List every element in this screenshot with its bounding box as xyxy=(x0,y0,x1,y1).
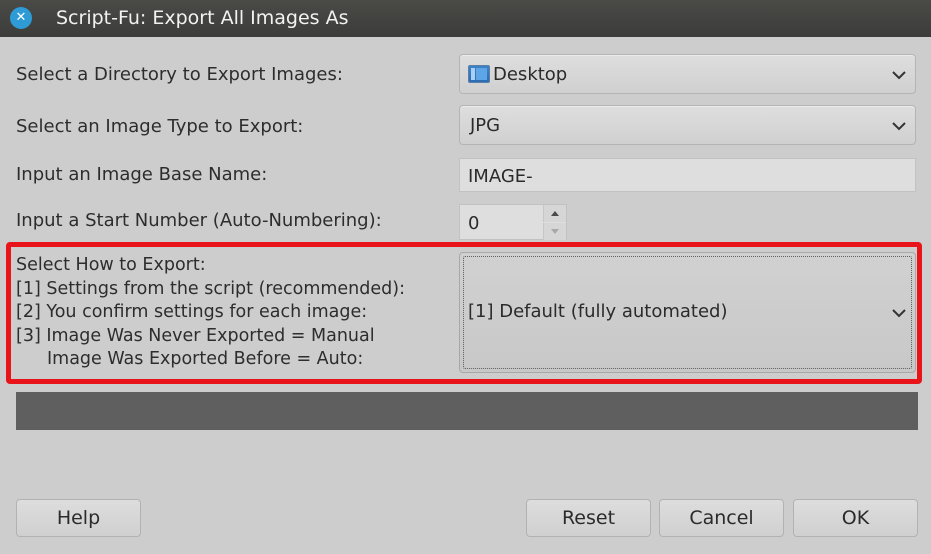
start-number-input[interactable] xyxy=(468,212,538,234)
export-mode-label: Select How to Export: [1] Settings from … xyxy=(16,254,456,372)
base-name-field[interactable] xyxy=(459,158,916,192)
arrow-down-icon[interactable] xyxy=(543,223,566,240)
directory-value: Desktop xyxy=(493,64,568,85)
window-title: Script-Fu: Export All Images As xyxy=(56,7,349,29)
help-button[interactable]: Help xyxy=(16,499,141,537)
ok-button[interactable]: OK xyxy=(793,499,918,537)
export-mode-select[interactable]: [1] Default (fully automated) xyxy=(459,252,916,373)
cancel-button[interactable]: Cancel xyxy=(659,499,784,537)
export-mode-label-line: [3] Image Was Never Exported = Manual xyxy=(16,325,375,346)
directory-label: Select a Directory to Export Images: xyxy=(16,64,343,85)
export-all-images-dialog: ✕ Script-Fu: Export All Images As Select… xyxy=(0,0,931,554)
desktop-folder-icon xyxy=(468,65,490,83)
start-number-stepper[interactable] xyxy=(459,204,567,240)
progress-bar xyxy=(16,392,918,430)
export-mode-label-line: [2] You confirm settings for each image: xyxy=(16,302,368,322)
close-icon[interactable]: ✕ xyxy=(10,7,32,29)
export-mode-value: [1] Default (fully automated) xyxy=(468,301,728,322)
image-type-value: JPG xyxy=(470,115,501,136)
chevron-down-icon xyxy=(892,122,906,131)
directory-chooser[interactable]: Desktop xyxy=(459,54,916,94)
export-mode-label-line: [1] Settings from the script (recommende… xyxy=(16,278,405,299)
chevron-down-icon xyxy=(892,309,906,318)
image-type-select[interactable]: JPG xyxy=(459,105,916,145)
reset-button[interactable]: Reset xyxy=(526,499,651,537)
chevron-down-icon xyxy=(892,71,906,80)
base-name-input[interactable] xyxy=(468,165,898,187)
image-type-label: Select an Image Type to Export: xyxy=(16,116,304,137)
export-mode-label-line: Image Was Exported Before = Auto: xyxy=(47,349,364,369)
dialog-content: Select a Directory to Export Images: Des… xyxy=(0,37,931,554)
title-bar[interactable]: ✕ Script-Fu: Export All Images As xyxy=(0,0,931,37)
arrow-up-icon[interactable] xyxy=(543,205,566,222)
start-number-label: Input a Start Number (Auto-Numbering): xyxy=(16,210,382,231)
export-mode-label-line: Select How to Export: xyxy=(16,255,206,275)
base-name-label: Input an Image Base Name: xyxy=(16,164,268,185)
